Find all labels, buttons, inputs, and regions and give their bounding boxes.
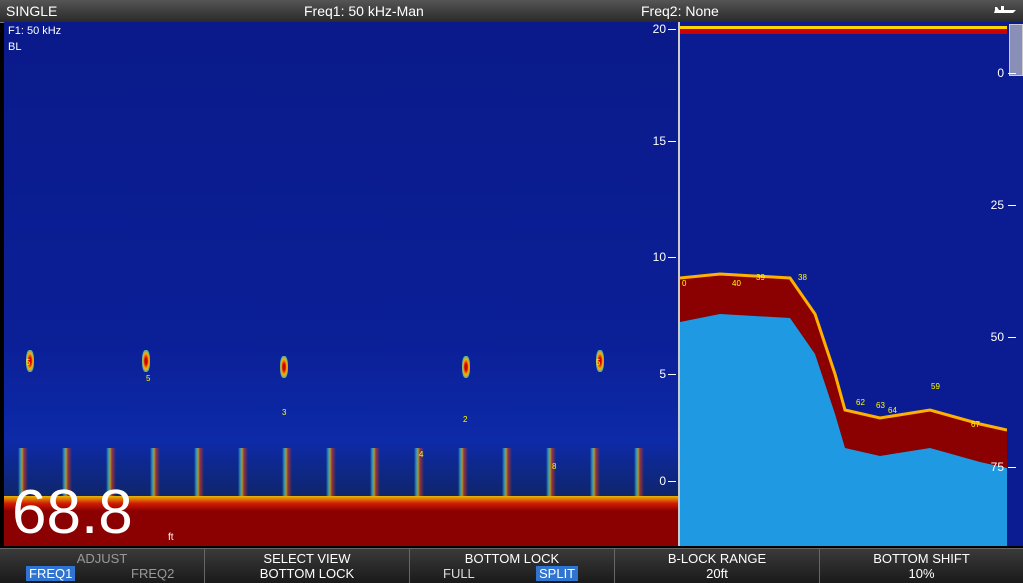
scale-tick [668, 374, 676, 375]
scale-20: 20 [652, 22, 666, 36]
scale-50: 50 [990, 330, 1004, 344]
softkey-title: ADJUST [76, 551, 128, 566]
fish-arch [280, 356, 288, 378]
freq2-label: Freq2: None [641, 3, 719, 19]
scale-0: 0 [659, 474, 666, 488]
fish-depth-label: 5 [146, 374, 151, 383]
zoom-window-indicator [1009, 24, 1023, 76]
bottom-lock-softkey[interactable]: BOTTOM LOCK FULL SPLIT [410, 549, 615, 583]
softkey-title: BOTTOM LOCK [464, 551, 560, 566]
fish-depth-label: 62 [856, 398, 865, 407]
full-view[interactable]: 0 40 39 38 62 63 64 59 67 [680, 22, 1007, 546]
frequency-label: F1: 50 kHz [8, 25, 62, 37]
fish-arch [142, 350, 150, 372]
fish-depth-label: 0 [682, 279, 687, 288]
full-option[interactable]: FULL [440, 566, 478, 581]
sonar-screen: 5 5 3 2 5 8 4 F1: 50 kHz BL 20 15 10 5 0… [0, 22, 1023, 548]
scale-25: 25 [990, 198, 1004, 212]
seabed-profile [680, 26, 1007, 546]
fish-depth-label: 38 [798, 273, 807, 282]
depth-readout: 68.8 [12, 478, 133, 546]
softkey-title: BOTTOM SHIFT [873, 551, 970, 566]
fish-depth-label: 63 [876, 401, 885, 410]
scale-tick [668, 29, 676, 30]
fish-depth-label: 2 [463, 415, 468, 424]
surface-band-edge [680, 26, 1007, 29]
softkey-bar: ADJUST FREQ1 FREQ2 SELECT VIEW BOTTOM LO… [0, 548, 1023, 583]
fish-depth-label: 40 [732, 279, 741, 288]
select-view-softkey[interactable]: SELECT VIEW BOTTOM LOCK [205, 549, 410, 583]
scale-tick [1008, 73, 1016, 74]
split-option[interactable]: SPLIT [536, 566, 579, 581]
adjust-softkey[interactable]: ADJUST FREQ1 FREQ2 [0, 549, 205, 583]
scale-15: 15 [652, 134, 666, 148]
softkey-title: SELECT VIEW [263, 551, 351, 566]
fish-depth-label: 64 [888, 406, 897, 415]
fish-depth-label: 67 [971, 420, 980, 429]
scale-tick [1008, 205, 1016, 206]
scale-tick [1008, 337, 1016, 338]
fish-depth-label: 3 [282, 408, 287, 417]
softkey-value: 10% [908, 566, 935, 581]
fish-arch [462, 356, 470, 378]
mode-label: SINGLE [6, 3, 58, 19]
scale-tick [668, 257, 676, 258]
bottom-shift-softkey[interactable]: BOTTOM SHIFT 10% [820, 549, 1023, 583]
bottom-lock-view[interactable]: 5 5 3 2 5 8 4 F1: 50 kHz BL 20 15 10 5 0… [4, 22, 680, 546]
freq1-option[interactable]: FREQ1 [26, 566, 76, 581]
fish-depth-label: 8 [552, 462, 557, 471]
softkey-value: 20ft [706, 566, 728, 581]
scale-tick [1008, 467, 1016, 468]
boat-icon [994, 6, 1016, 13]
scale-75: 75 [990, 460, 1004, 474]
softkey-title: B-LOCK RANGE [667, 551, 767, 566]
depth-unit: ft [168, 532, 174, 543]
softkey-value: BOTTOM LOCK [259, 566, 355, 581]
scale-0-right: 0 [997, 66, 1004, 80]
scale-tick [668, 141, 676, 142]
fish-depth-label: 5 [26, 358, 31, 367]
fish-depth-label: 39 [756, 273, 765, 282]
status-bar: SINGLE Freq1: 50 kHz-Man Freq2: None [0, 0, 1023, 23]
scale-10: 10 [652, 250, 666, 264]
fish-depth-label: 4 [419, 450, 424, 459]
b-lock-range-softkey[interactable]: B-LOCK RANGE 20ft [615, 549, 820, 583]
view-mode-label: BL [8, 41, 22, 53]
fish-depth-label: 5 [596, 358, 601, 367]
scale-5: 5 [659, 367, 666, 381]
scale-tick [668, 481, 676, 482]
freq2-option[interactable]: FREQ2 [128, 566, 177, 581]
fish-depth-label: 59 [931, 382, 940, 391]
freq1-label: Freq1: 50 kHz-Man [304, 3, 424, 19]
